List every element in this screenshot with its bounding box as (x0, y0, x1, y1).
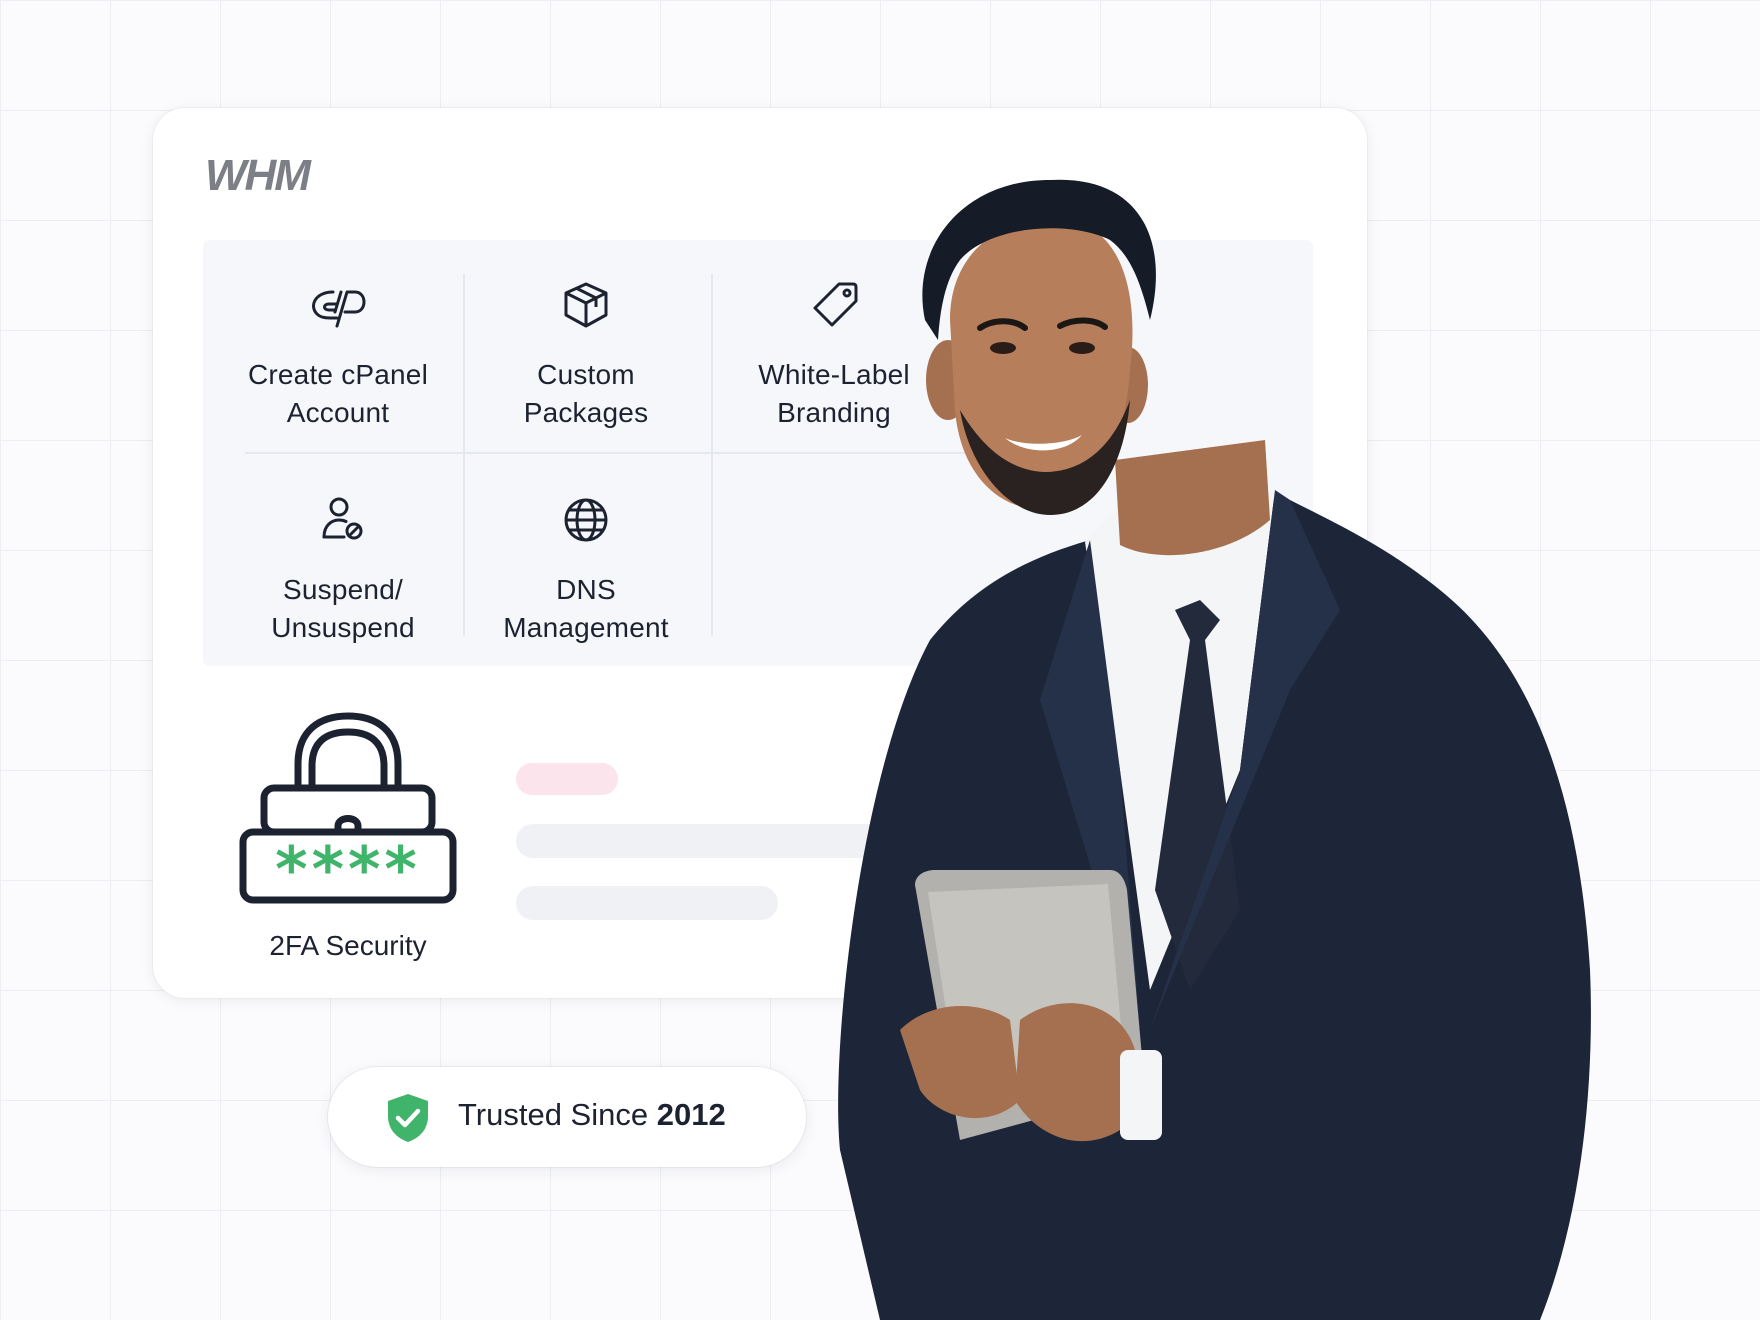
cpanel-icon (312, 290, 366, 328)
svg-text:WHM: WHM (205, 151, 312, 198)
trusted-text: Trusted Since 2012 (458, 1097, 726, 1133)
skeleton-line (516, 886, 778, 920)
feature-suspend-unsuspend[interactable]: Suspend/ Unsuspend (218, 485, 468, 647)
feature-custom-packages[interactable]: Custom Packages (461, 270, 711, 432)
whm-logo: WHM (205, 151, 314, 198)
feature-create-cpanel-account[interactable]: Create cPanel Account (213, 270, 463, 432)
svg-text:****: **** (275, 833, 421, 906)
feature-label: Custom Packages (523, 359, 649, 428)
padlock-password-icon: **** (239, 712, 457, 906)
globe-icon (564, 498, 608, 542)
shield-check-icon (388, 1094, 428, 1142)
trusted-badge: Trusted Since 2012 (328, 1067, 806, 1167)
feature-label: Create cPanel Account (247, 359, 429, 428)
user-block-icon (322, 497, 363, 540)
skeleton-tag (516, 763, 618, 795)
security-label: 2FA Security (269, 930, 427, 961)
trusted-year: 2012 (656, 1097, 726, 1132)
feature-label: Suspend/ Unsuspend (271, 574, 415, 643)
businessman-photo (838, 179, 1591, 1320)
package-icon (564, 282, 608, 328)
trusted-prefix: Trusted Since (458, 1097, 657, 1132)
feature-label: DNS Management (503, 574, 669, 643)
feature-dns-management[interactable]: DNS Management (461, 485, 711, 647)
